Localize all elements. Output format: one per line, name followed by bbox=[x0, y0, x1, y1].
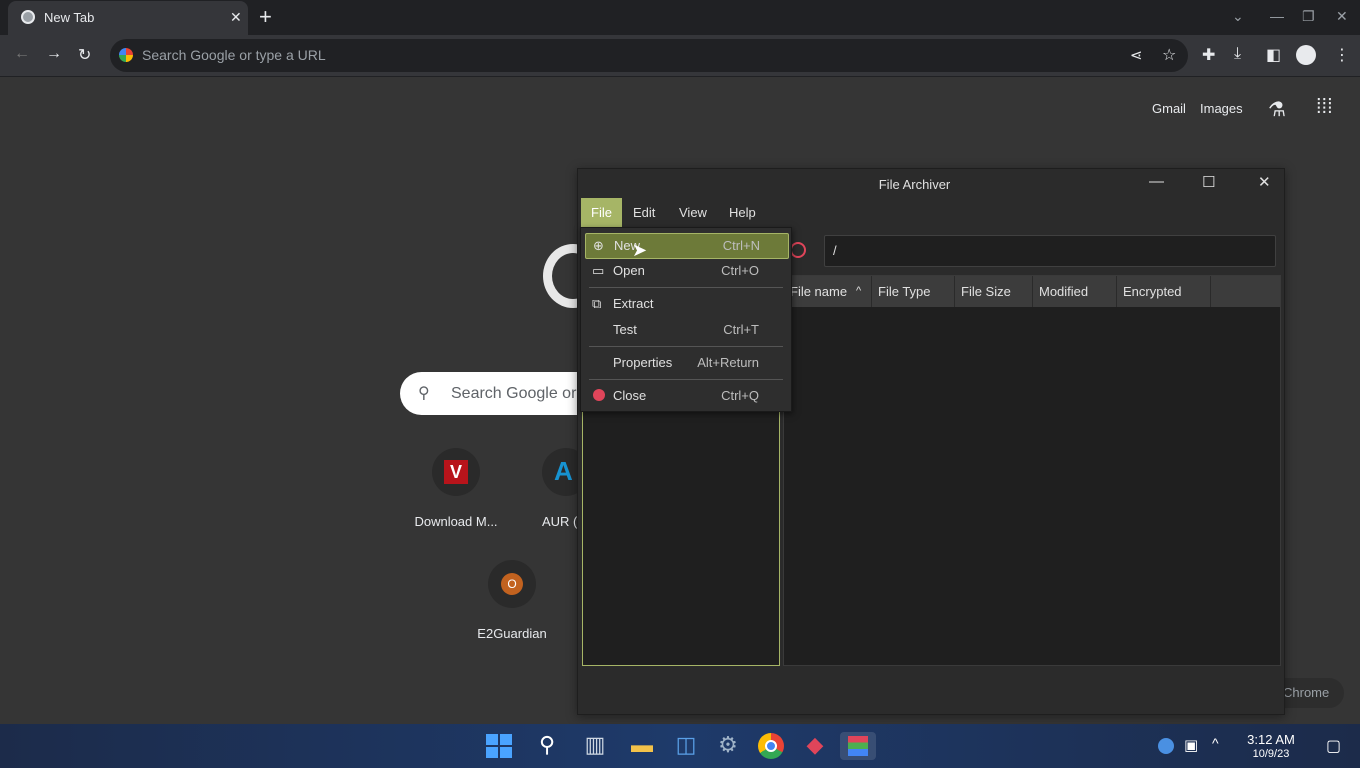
mouse-cursor-icon: ➤ bbox=[632, 240, 648, 260]
menu-kebab-icon[interactable]: ⋮ bbox=[1334, 45, 1350, 65]
store-icon[interactable]: ◫ bbox=[671, 732, 701, 760]
browser-toolbar: ← → ↻ Search Google or type a URL ⋖ ☆ ✚ … bbox=[0, 35, 1360, 77]
archiver-app-icon[interactable] bbox=[840, 732, 876, 760]
folder-tree-pane[interactable] bbox=[582, 375, 780, 666]
bookmark-star-icon[interactable]: ☆ bbox=[1162, 45, 1176, 65]
shortcut-icon: O bbox=[488, 560, 536, 608]
stop-icon[interactable] bbox=[790, 242, 806, 258]
tab-strip: New Tab ✕ + ⌄ — ❐ ✕ bbox=[0, 0, 1360, 35]
notifications-icon[interactable]: ▢ bbox=[1326, 736, 1341, 756]
menu-item-test[interactable]: Test Ctrl+T bbox=[585, 318, 787, 342]
gmail-link[interactable]: Gmail bbox=[1152, 101, 1186, 116]
download-icon[interactable]: ⤓ bbox=[1234, 45, 1241, 63]
menu-separator bbox=[589, 379, 783, 380]
menu-item-properties[interactable]: Properties Alt+Return bbox=[585, 351, 787, 375]
table-header: File name ^ File Type File Size Modified… bbox=[784, 276, 1280, 307]
minimize-icon[interactable]: — bbox=[1270, 8, 1284, 24]
tab-new-tab[interactable]: New Tab ✕ bbox=[8, 1, 248, 35]
forward-icon[interactable]: → bbox=[46, 45, 62, 63]
maximize-icon[interactable]: ☐ bbox=[1202, 173, 1215, 191]
google-g-icon bbox=[119, 48, 133, 62]
apps-grid-icon[interactable]: ⁞⁞⁞ bbox=[1316, 96, 1333, 119]
close-circle-icon bbox=[593, 389, 605, 401]
chevron-up-icon[interactable]: ^ bbox=[1212, 735, 1219, 751]
menu-item-extract[interactable]: ⧉ Extract bbox=[585, 292, 787, 316]
chrome-icon[interactable] bbox=[756, 732, 786, 760]
settings-gear-icon[interactable]: ⚙ bbox=[713, 732, 743, 760]
profile-avatar-icon[interactable] bbox=[1296, 45, 1316, 65]
minimize-icon[interactable]: — bbox=[1149, 173, 1164, 190]
shortcut-icon: A bbox=[542, 448, 580, 496]
shortcut-label: E2Guardian bbox=[477, 626, 547, 641]
taskbar: ⚲ ▥ ▬ ◫ ⚙ ◆ ▣ ^ 3:12 AM 10/9/23 ▢ bbox=[0, 724, 1360, 768]
close-icon[interactable]: ✕ bbox=[230, 9, 242, 26]
address-placeholder: Search Google or type a URL bbox=[142, 47, 326, 63]
shortcut-label: AUR ( bbox=[542, 514, 578, 529]
share-icon[interactable]: ⋖ bbox=[1130, 46, 1143, 64]
extract-icon: ⧉ bbox=[592, 296, 602, 311]
images-link[interactable]: Images bbox=[1200, 101, 1243, 116]
start-windows-icon[interactable] bbox=[484, 732, 514, 760]
column-header-modified[interactable]: Modified bbox=[1033, 276, 1117, 307]
close-window-icon[interactable]: ✕ bbox=[1336, 8, 1348, 25]
ntp-search-placeholder: Search Google or bbox=[451, 385, 577, 402]
menu-edit[interactable]: Edit bbox=[623, 198, 665, 228]
path-field[interactable]: / bbox=[824, 235, 1276, 267]
menu-item-close[interactable]: Close Ctrl+Q bbox=[585, 384, 787, 408]
chrome-favicon-icon bbox=[21, 10, 35, 24]
menu-separator bbox=[589, 287, 783, 288]
game-icon[interactable]: ◆ bbox=[800, 732, 830, 760]
menu-item-open[interactable]: ▭ Open Ctrl+O bbox=[585, 259, 787, 283]
column-header-file-size[interactable]: File Size bbox=[955, 276, 1033, 307]
tab-search-icon[interactable]: ⌄ bbox=[1232, 8, 1244, 25]
folder-icon: ▭ bbox=[592, 263, 605, 278]
reload-icon[interactable]: ↻ bbox=[78, 45, 91, 65]
tab-title: New Tab bbox=[44, 10, 95, 25]
shortcut-label: Download M... bbox=[414, 514, 498, 529]
shortcut-download-m[interactable]: V Download M... bbox=[400, 448, 512, 538]
file-explorer-icon[interactable]: ▬ bbox=[627, 732, 657, 760]
search-icon: ⚲ bbox=[418, 385, 430, 402]
new-archive-icon: ⊕ bbox=[593, 238, 604, 253]
extensions-icon[interactable]: ✚ bbox=[1202, 45, 1215, 65]
close-window-icon[interactable]: ✕ bbox=[1258, 173, 1271, 191]
task-view-icon[interactable]: ▥ bbox=[580, 732, 610, 760]
column-header-encrypted[interactable]: Encrypted bbox=[1117, 276, 1211, 307]
labs-flask-icon[interactable]: ⚗ bbox=[1268, 97, 1286, 122]
menu-help[interactable]: Help bbox=[719, 198, 766, 228]
search-icon[interactable]: ⚲ bbox=[532, 732, 562, 760]
restore-icon[interactable]: ❐ bbox=[1302, 8, 1315, 25]
column-header-file-name[interactable]: File name ^ bbox=[784, 276, 872, 307]
column-header-file-type[interactable]: File Type bbox=[872, 276, 955, 307]
menu-item-new[interactable]: ⊕ New Ctrl+N bbox=[585, 233, 789, 259]
menu-file[interactable]: File bbox=[581, 198, 622, 228]
display-icon[interactable]: ▣ bbox=[1184, 736, 1198, 754]
side-panel-icon[interactable]: ◧ bbox=[1266, 45, 1281, 65]
menu-view[interactable]: View bbox=[669, 198, 717, 228]
ntp-search-box[interactable]: ⚲ Search Google or bbox=[400, 372, 600, 415]
sort-ascending-icon: ^ bbox=[856, 285, 862, 297]
shortcut-e2guardian[interactable]: O E2Guardian bbox=[456, 560, 568, 650]
file-menu-dropdown: ⊕ New Ctrl+N ▭ Open Ctrl+O ⧉ Extract Tes… bbox=[580, 227, 792, 412]
clock-date[interactable]: 10/9/23 bbox=[1241, 748, 1301, 760]
clock-time[interactable]: 3:12 AM bbox=[1241, 732, 1301, 747]
shortcut-aur[interactable]: A AUR ( bbox=[520, 448, 580, 538]
address-bar[interactable]: Search Google or type a URL ⋖ ☆ bbox=[110, 39, 1188, 72]
back-icon[interactable]: ← bbox=[14, 45, 30, 63]
shortcut-icon: V bbox=[432, 448, 480, 496]
menu-separator bbox=[589, 346, 783, 347]
update-icon[interactable] bbox=[1158, 738, 1174, 754]
file-list-table[interactable]: File name ^ File Type File Size Modified… bbox=[783, 275, 1281, 666]
new-tab-button[interactable]: + bbox=[259, 4, 272, 30]
